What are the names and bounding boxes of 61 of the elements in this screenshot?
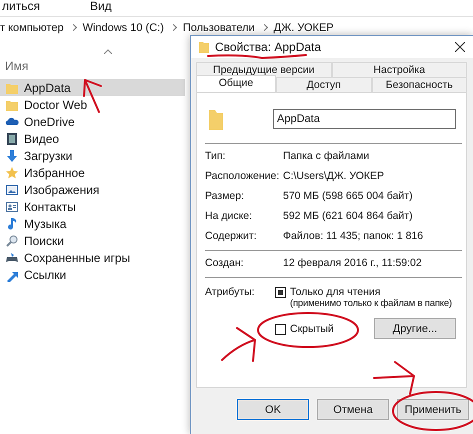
- property-label: Содержит:: [205, 230, 258, 242]
- picture-icon: [5, 182, 19, 196]
- name-field[interactable]: AppData: [273, 109, 456, 129]
- breadcrumb-item[interactable]: Пользователи: [182, 22, 255, 34]
- file-row[interactable]: Сохраненные игры: [0, 249, 185, 266]
- magnifier-icon: [5, 234, 19, 248]
- file-row[interactable]: Поиски: [0, 232, 185, 249]
- film-icon: [5, 132, 19, 146]
- dialog-button[interactable]: OK: [237, 399, 309, 420]
- property-value: 570 МБ (598 665 004 байт): [283, 190, 414, 202]
- contact-card-icon: [5, 200, 19, 214]
- file-row[interactable]: Загрузки: [0, 147, 185, 164]
- file-row[interactable]: Изображения: [0, 181, 185, 198]
- file-row[interactable]: OneDrive: [0, 113, 185, 130]
- tab[interactable]: Доступ: [276, 77, 372, 92]
- dialog-button[interactable]: Применить: [397, 399, 469, 420]
- property-label: Создан:: [205, 257, 245, 269]
- attributes-label: Атрибуты:: [205, 286, 256, 298]
- music-note-icon: [5, 216, 19, 230]
- property-value: C:\Users\ДЖ. УОКЕР: [283, 170, 386, 182]
- checkbox-label[interactable]: Только для чтения: [290, 286, 452, 298]
- property-value: 12 февраля 2016 г., 11:59:02: [283, 257, 423, 269]
- checkbox-note: (применимо только к файлам в папке): [290, 298, 452, 310]
- sort-caret-icon: [104, 49, 112, 54]
- arrow-stroke: [221, 327, 256, 362]
- tab[interactable]: Безопасность: [372, 77, 467, 92]
- property-value: Папка с файлами: [283, 150, 370, 162]
- tab[interactable]: Настройка: [332, 62, 467, 77]
- arrow-stroke: [373, 361, 416, 395]
- window-title: Свойства: AppData: [215, 40, 322, 54]
- menu-item[interactable]: литься: [2, 0, 40, 12]
- column-header[interactable]: Имя: [5, 59, 28, 73]
- property-value: 592 МБ (621 604 864 байт): [283, 210, 414, 222]
- file-row[interactable]: Контакты: [0, 198, 185, 215]
- checkbox-label[interactable]: Скрытый: [290, 322, 334, 334]
- folder-icon: [199, 41, 209, 53]
- file-row[interactable]: Музыка: [0, 215, 185, 232]
- checkbox-box[interactable]: [275, 324, 286, 334]
- dialog-button[interactable]: Отмена: [317, 399, 389, 420]
- file-row[interactable]: Видео: [0, 130, 185, 147]
- tab[interactable]: Общие: [196, 75, 276, 92]
- property-value: Файлов: 11 435; папок: 1 816: [283, 230, 424, 242]
- down-arrow-icon: [5, 148, 19, 162]
- file-row[interactable]: Ссылки: [0, 266, 185, 283]
- close-icon[interactable]: [455, 42, 465, 52]
- other-attributes-button[interactable]: Другие...: [374, 318, 456, 339]
- file-row[interactable]: AppData: [0, 79, 185, 96]
- breadcrumb-item[interactable]: т компьютер: [0, 22, 64, 34]
- property-label: Размер:: [205, 190, 246, 202]
- checkbox-box[interactable]: [275, 287, 286, 298]
- folder-icon: [209, 108, 223, 130]
- file-row[interactable]: Doctor Web: [0, 96, 185, 113]
- property-label: Расположение:: [205, 170, 280, 182]
- property-label: Тип:: [205, 150, 226, 162]
- breadcrumb-item[interactable]: Windows 10 (C:): [82, 22, 164, 34]
- breadcrumb-item[interactable]: ДЖ. УОКЕР: [274, 22, 334, 34]
- tab[interactable]: Предыдущие версии: [196, 62, 332, 77]
- property-label: На диске:: [205, 210, 254, 222]
- gamepad-icon: [5, 250, 19, 264]
- star-icon: [5, 166, 19, 180]
- file-row[interactable]: Избранное: [0, 164, 185, 181]
